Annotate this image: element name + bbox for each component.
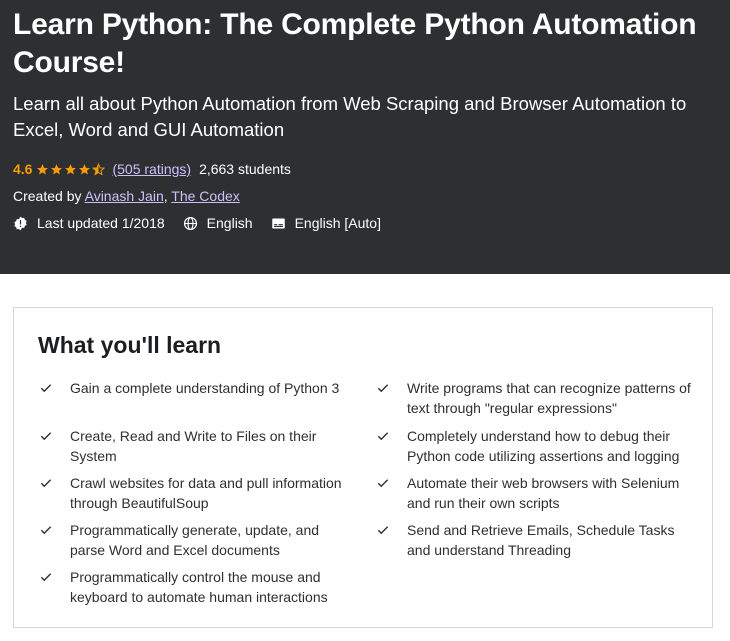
ratings-link[interactable]: (505 ratings) [112, 160, 191, 178]
learn-item-text: Programmatically generate, update, and p… [70, 522, 320, 558]
learn-item-text: Gain a complete understanding of Python … [70, 380, 340, 396]
last-updated: Last updated 1/2018 [13, 214, 165, 232]
course-subtitle: Learn all about Python Automation from W… [13, 93, 687, 140]
learn-item: Create, Read and Write to Files on their… [39, 426, 349, 466]
checkmark-icon [377, 479, 389, 488]
language-text: English [206, 215, 253, 231]
checkmark-icon [40, 479, 52, 488]
checkmark-icon [377, 384, 389, 393]
learn-item-text: Write programs that can recognize patter… [407, 380, 691, 416]
closed-captions-icon [271, 218, 285, 228]
learn-item-text: Send and Retrieve Emails, Schedule Tasks… [407, 522, 675, 558]
created-by: Created by Avinash Jain, The Codex [13, 188, 240, 204]
star-icon [65, 163, 77, 174]
learn-item-text: Programmatically control the mouse and k… [70, 569, 328, 605]
course-title: Learn Python: The Complete Python Automa… [13, 8, 697, 79]
author-link[interactable]: Avinash Jain [85, 188, 164, 204]
students-count: 2,663 students [199, 161, 291, 177]
created-by-label: Created by [13, 188, 82, 204]
alert-badge-icon [14, 216, 27, 230]
learn-item: Crawl websites for data and pull informa… [39, 473, 359, 513]
learn-item-text: Crawl websites for data and pull informa… [70, 475, 342, 511]
course-info-row: Last updated 1/2018 English English [Aut… [13, 214, 399, 232]
language: English [183, 214, 253, 232]
half-star-icon [92, 162, 106, 176]
checkmark-icon [377, 432, 389, 441]
rating-value: 4.6 [13, 161, 33, 177]
captions-text: English [Auto] [294, 215, 381, 231]
section-title: What you'll learn [38, 332, 222, 358]
learn-item-text: Completely understand how to debug their… [407, 428, 680, 464]
learn-item: Completely understand how to debug their… [376, 426, 696, 466]
course-header: Learn Python: The Complete Python Automa… [0, 0, 730, 274]
learn-item: Send and Retrieve Emails, Schedule Tasks… [376, 520, 676, 560]
checkmark-icon [377, 526, 389, 535]
learn-item: Gain a complete understanding of Python … [39, 378, 359, 398]
rating-stars [36, 162, 106, 176]
captions: English [Auto] [271, 214, 381, 232]
star-icon [51, 163, 63, 174]
learn-item-text: Automate their web browsers with Seleniu… [407, 475, 680, 511]
learn-item-text: Create, Read and Write to Files on their… [70, 428, 317, 464]
learn-item: Programmatically generate, update, and p… [39, 520, 339, 560]
checkmark-icon [40, 526, 52, 535]
author-link[interactable]: The Codex [171, 188, 239, 204]
checkmark-icon [40, 384, 52, 393]
star-icon [79, 163, 91, 174]
learn-item: Programmatically control the mouse and k… [39, 567, 359, 607]
learn-item: Write programs that can recognize patter… [376, 378, 696, 418]
checkmark-icon [40, 432, 52, 441]
learn-item: Automate their web browsers with Seleniu… [376, 473, 696, 513]
star-icon [37, 163, 49, 174]
what-youll-learn-box: What you'll learn Gain a complete unders… [13, 307, 713, 628]
checkmark-icon [40, 573, 52, 582]
rating-row: 4.6 (505 ratings) 2,663 students [13, 160, 291, 178]
last-updated-text: Last updated 1/2018 [37, 215, 165, 231]
globe-icon [183, 216, 197, 230]
